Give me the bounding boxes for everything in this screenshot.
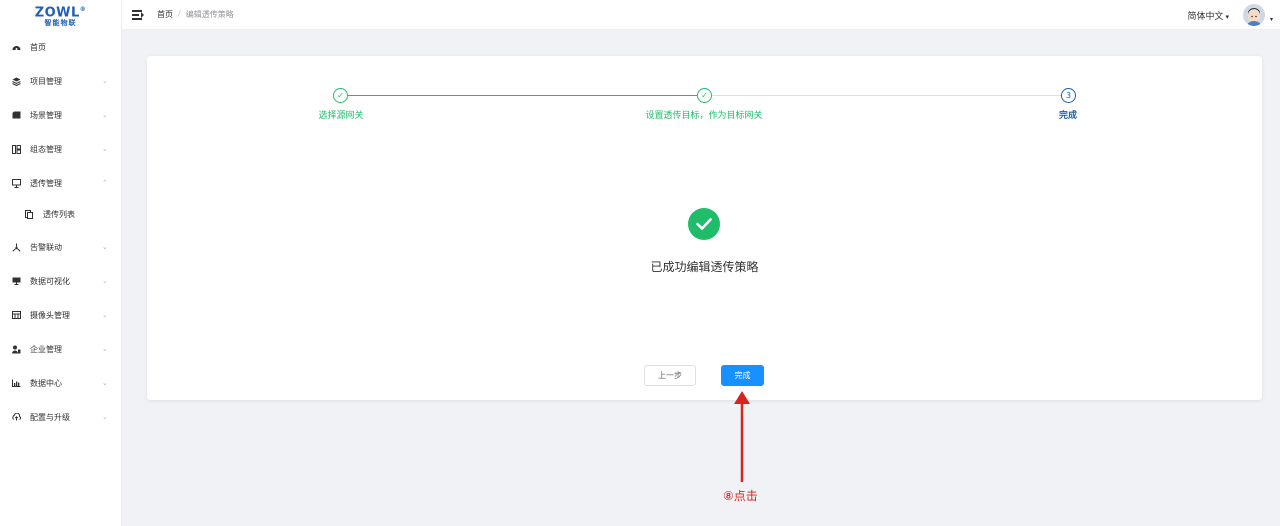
sidebar-item-configuration[interactable]: 组态管理 ⌄ (0, 132, 122, 166)
sidebar-item-label: 首页 (30, 42, 46, 52)
sidebar-item-label: 摄像头管理 (30, 310, 70, 320)
breadcrumb-home[interactable]: 首页 (157, 9, 173, 20)
sidebar-item-transparent[interactable]: 透传管理 ⌃ (0, 166, 122, 200)
chevron-down-icon: ⌄ (102, 243, 108, 251)
camera-icon (11, 310, 21, 320)
language-selector[interactable]: 简体中文 ▾ (1187, 9, 1229, 22)
chevron-down-icon: ⌄ (102, 379, 108, 387)
logo-subtitle: 智能物联 (44, 19, 77, 28)
language-label: 简体中文 (1187, 12, 1224, 22)
success-check-icon (688, 208, 720, 240)
sidebar-item-label: 透传管理 (30, 178, 62, 188)
breadcrumb-separator: / (178, 9, 181, 18)
sidebar-item-label: 透传列表 (43, 209, 75, 219)
scene-icon (11, 110, 21, 120)
sidebar-item-data-center[interactable]: 数据中心 ⌄ (0, 366, 122, 400)
monitor-icon (11, 178, 21, 188)
step-2-check-icon: ✓ (697, 88, 712, 103)
top-header: 首页 / 编辑透传策略 简体中文 ▾ ▾ (122, 0, 1280, 30)
sidebar-item-label: 数据可视化 (30, 276, 70, 286)
annotation-arrow-icon (734, 391, 750, 482)
chevron-up-icon: ⌃ (102, 179, 108, 187)
sidebar: ZOWL® 智能物联 首页 项目管理 ⌄ 场景管理 ⌄ 组态管理 ⌄ 透传管理 … (0, 0, 122, 526)
logo-text: ZOWL® (35, 4, 87, 19)
step-3-label: 完成 (1058, 111, 1077, 121)
step-connector-1 (348, 95, 697, 96)
sidebar-item-transparent-list[interactable]: 透传列表 (0, 197, 122, 231)
avatar[interactable] (1243, 4, 1265, 26)
sidebar-item-enterprise[interactable]: 企业管理 ⌄ (0, 332, 122, 366)
alarm-icon (11, 242, 21, 252)
sidebar-item-label: 告警联动 (30, 242, 62, 252)
logo: ZOWL® 智能物联 (0, 0, 121, 30)
project-icon (11, 76, 21, 86)
sidebar-item-visualization[interactable]: 数据可视化 ⌄ (0, 264, 122, 298)
sidebar-item-camera[interactable]: 摄像头管理 ⌄ (0, 298, 122, 332)
sidebar-item-label: 企业管理 (30, 344, 62, 354)
step-2-label: 设置透传目标，作为目标网关 (645, 111, 763, 121)
chevron-down-icon: ⌄ (102, 277, 108, 285)
sidebar-item-project[interactable]: 项目管理 ⌄ (0, 64, 122, 98)
sidebar-item-label: 项目管理 (30, 76, 62, 86)
sidebar-item-label: 组态管理 (30, 144, 62, 154)
logo-text-main: ZOWL (34, 5, 80, 21)
logo-registered: ® (79, 5, 87, 13)
menu-toggle-icon[interactable] (132, 9, 144, 20)
sidebar-item-upgrade[interactable]: 配置与升级 ⌄ (0, 400, 122, 434)
success-message: 已成功编辑透传策略 (650, 260, 759, 274)
chevron-down-icon: ⌄ (102, 311, 108, 319)
enterprise-icon (11, 344, 21, 354)
caret-down-icon[interactable]: ▾ (1270, 16, 1273, 23)
dashboard-icon (11, 42, 21, 52)
finish-button[interactable]: 完成 (721, 365, 764, 386)
list-icon (24, 209, 34, 219)
annotation-label: ⑧点击 (723, 489, 758, 503)
chevron-down-icon: ⌄ (102, 413, 108, 421)
step-connector-2 (712, 95, 1061, 96)
chevron-down-icon: ⌄ (102, 345, 108, 353)
chart-icon (11, 378, 21, 388)
chevron-down-icon: ⌄ (102, 77, 108, 85)
sidebar-item-home[interactable]: 首页 (0, 30, 122, 64)
sidebar-item-label: 数据中心 (30, 378, 62, 388)
previous-step-button[interactable]: 上一步 (644, 365, 696, 386)
chevron-down-icon: ⌄ (102, 111, 108, 119)
sidebar-item-alarm[interactable]: 告警联动 ⌄ (0, 230, 122, 264)
visual-icon (11, 276, 21, 286)
sidebar-item-label: 场景管理 (30, 110, 62, 120)
breadcrumb-current: 编辑透传策略 (185, 10, 234, 19)
caret-down-icon: ▾ (1225, 13, 1229, 21)
chevron-down-icon: ⌄ (102, 145, 108, 153)
breadcrumb: 首页 / 编辑透传策略 (157, 9, 234, 20)
sidebar-item-scene[interactable]: 场景管理 ⌄ (0, 98, 122, 132)
main-card: ✓ 选择源网关 ✓ 设置透传目标，作为目标网关 3 完成 已成功编辑透传策略 上… (147, 56, 1262, 400)
step-1-label: 选择源网关 (318, 111, 364, 121)
step-3-number: 3 (1061, 88, 1076, 103)
upgrade-icon (11, 412, 21, 422)
config-icon (11, 144, 21, 154)
sidebar-item-label: 配置与升级 (30, 412, 70, 422)
step-1-check-icon: ✓ (333, 88, 348, 103)
